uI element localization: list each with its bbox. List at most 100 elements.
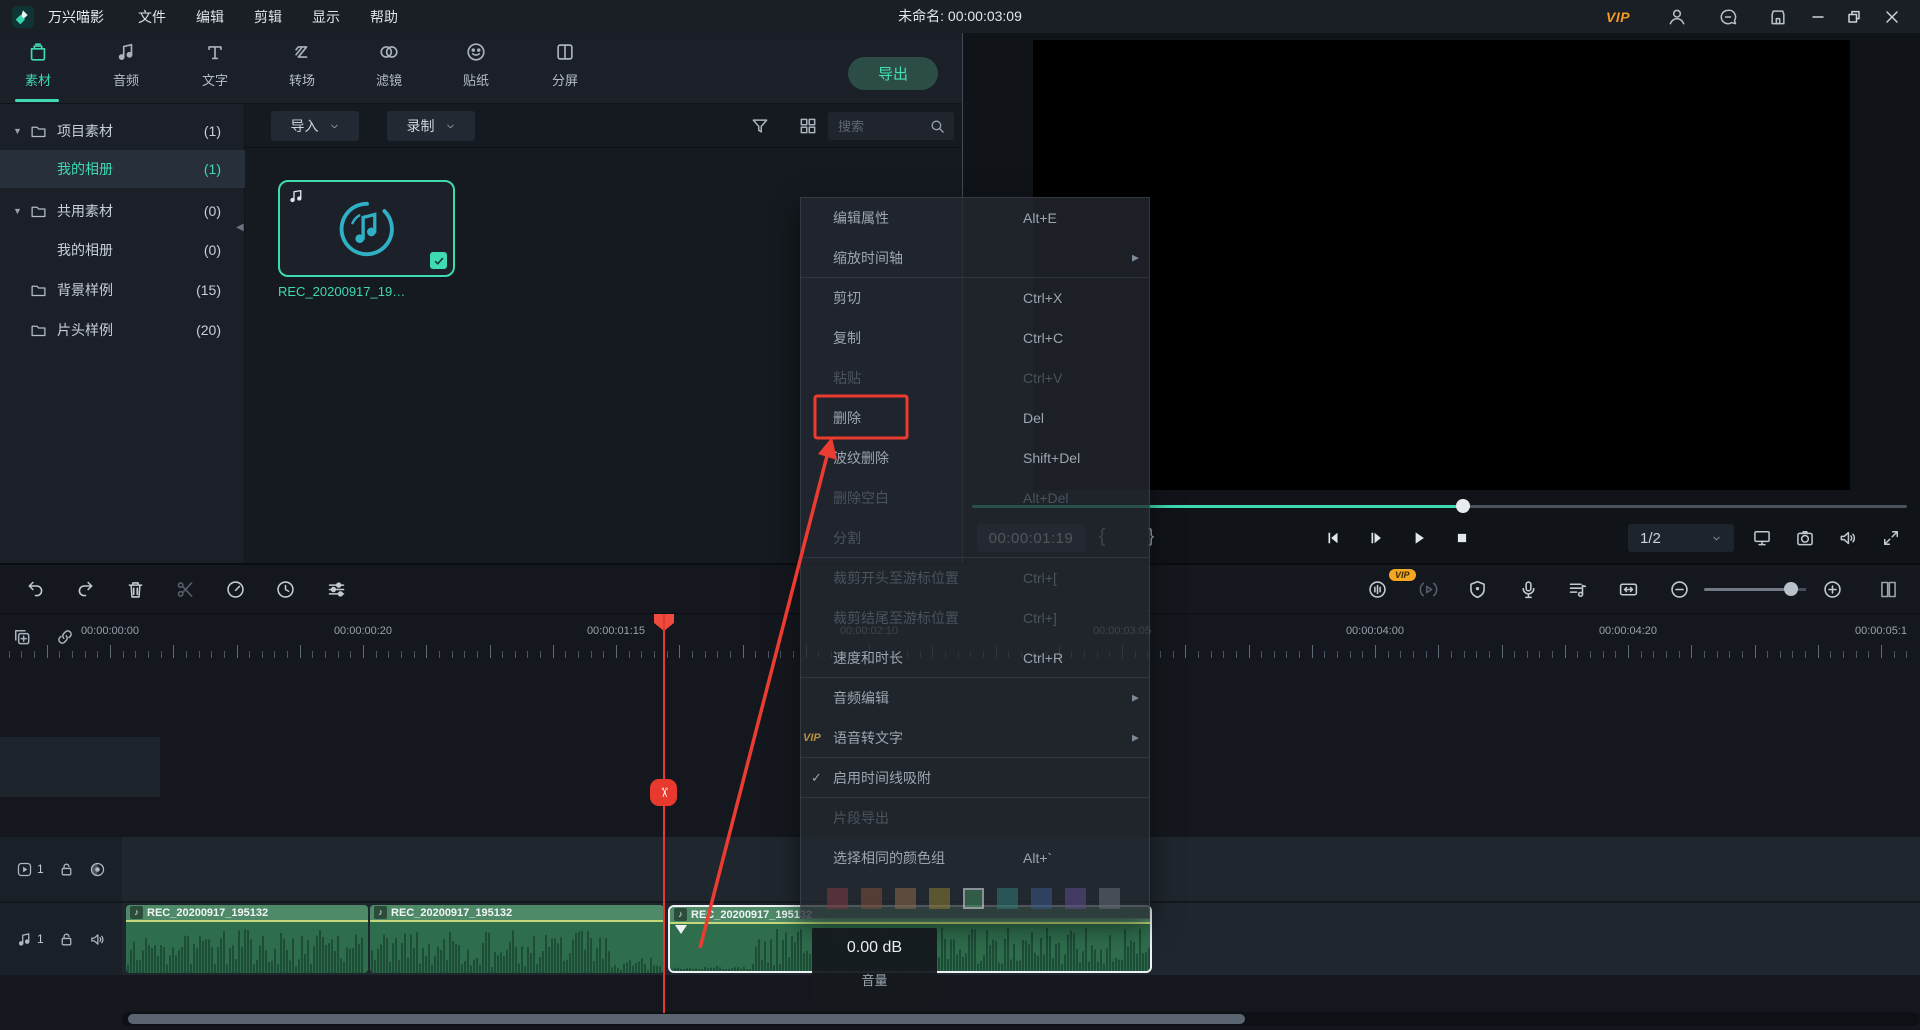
menu-clip[interactable]: 剪辑 [254, 7, 282, 27]
duration-icon[interactable] [275, 579, 296, 600]
color-swatch[interactable] [861, 888, 882, 909]
menu-item-复制[interactable]: 复制Ctrl+C [801, 318, 1149, 358]
undo-icon[interactable] [25, 579, 46, 600]
audio-clip[interactable]: ♪REC_20200917_195132 [126, 905, 368, 973]
menu-item-剪切[interactable]: 剪切Ctrl+X [801, 278, 1149, 318]
tab-splitscreen[interactable]: 分屏 [527, 41, 603, 89]
playhead-scissors-icon[interactable]: ✂ [650, 779, 677, 806]
display-device-icon[interactable] [1752, 528, 1772, 548]
menu-item-语音转文字[interactable]: VIP语音转文字▶ [801, 718, 1149, 758]
voiceover-icon[interactable] [1367, 579, 1388, 600]
sidebar-item-共用素材[interactable]: ▼共用素材(0) [0, 192, 245, 230]
split-scissors-icon[interactable] [175, 579, 196, 600]
grid-view-icon[interactable] [798, 116, 818, 136]
sidebar-item-我的相册[interactable]: 我的相册(1) [0, 150, 245, 188]
close-button[interactable] [1882, 0, 1902, 33]
account-button[interactable] [1667, 0, 1687, 33]
feedback-button[interactable] [1718, 0, 1738, 33]
menu-view[interactable]: 显示 [312, 7, 340, 27]
sidebar-item-背景样例[interactable]: 背景样例(15) [0, 271, 245, 309]
audio-mixer-icon[interactable] [1567, 579, 1588, 600]
previous-frame-button[interactable] [1324, 529, 1342, 547]
speaker-icon[interactable] [1838, 528, 1858, 548]
eye-icon[interactable] [89, 861, 106, 878]
menu-item-波纹删除[interactable]: 波纹删除Shift+Del [801, 438, 1149, 478]
caret-down-icon[interactable]: ▼ [13, 126, 22, 136]
restore-button[interactable] [1844, 0, 1864, 33]
sidebar-item-片头样例[interactable]: 片头样例(20) [0, 311, 245, 349]
menu-item-编辑属性[interactable]: 编辑属性Alt+E [801, 198, 1149, 238]
tab-transition[interactable]: 转场 [264, 41, 340, 89]
color-swatch[interactable] [827, 888, 848, 909]
menu-item-选择相同的颜色组[interactable]: 选择相同的颜色组Alt+` [801, 838, 1149, 878]
tab-audio[interactable]: 音频 [88, 41, 164, 89]
caret-down-icon[interactable]: ▼ [13, 206, 22, 216]
zoom-slider-handle[interactable] [1784, 582, 1798, 596]
search-input[interactable] [828, 119, 929, 134]
microphone-icon[interactable] [1518, 579, 1539, 600]
adjust-icon[interactable] [326, 579, 347, 600]
menu-item-缩放时间轴[interactable]: 缩放时间轴▶ [801, 238, 1149, 278]
playhead-line[interactable] [663, 614, 665, 1013]
speaker-icon[interactable] [89, 931, 106, 948]
menu-item-速度和时长[interactable]: 速度和时长Ctrl+R [801, 638, 1149, 678]
ruler-tick [452, 651, 453, 658]
tab-text[interactable]: 文字 [177, 41, 253, 89]
record-dropdown[interactable]: 录制 [387, 111, 475, 141]
menu-file[interactable]: 文件 [138, 7, 166, 27]
menu-item-shortcut: Ctrl+] [1023, 610, 1057, 626]
speed-icon[interactable] [225, 579, 246, 600]
color-swatch[interactable] [1065, 888, 1086, 909]
export-button[interactable]: 导出 [848, 57, 938, 90]
snapshot-icon[interactable] [1795, 528, 1815, 548]
color-swatch[interactable] [895, 888, 916, 909]
ruler-tick [1400, 651, 1401, 658]
sidebar-item-项目素材[interactable]: ▼项目素材(1) [0, 112, 245, 150]
color-swatch[interactable] [929, 888, 950, 909]
render-preview-icon[interactable] [1418, 579, 1439, 600]
tab-filter[interactable]: 滤镜 [351, 41, 427, 89]
shield-icon[interactable] [1467, 579, 1488, 600]
zoom-out-icon[interactable] [1669, 579, 1690, 600]
lock-icon[interactable] [58, 861, 75, 878]
color-swatch[interactable] [963, 888, 984, 909]
redo-icon[interactable] [75, 579, 96, 600]
lock-icon[interactable] [58, 931, 75, 948]
sidebar-item-我的相册[interactable]: 我的相册(0) [0, 231, 245, 269]
audio-track-number: 1 [37, 932, 44, 946]
progress-handle[interactable] [1456, 499, 1470, 513]
media-item-name[interactable]: REC_20200917_19… [278, 284, 468, 299]
menu-help[interactable]: 帮助 [370, 7, 398, 27]
ruler-tick [1451, 651, 1452, 658]
import-dropdown[interactable]: 导入 [271, 111, 359, 141]
menu-item-删除[interactable]: 删除Del [801, 398, 1149, 438]
play-button[interactable] [1410, 529, 1428, 547]
ruler-tick [1299, 651, 1300, 658]
sidebar-collapse-arrow-icon[interactable]: ◀ [236, 222, 244, 233]
color-swatch[interactable] [1099, 888, 1120, 909]
ruler-tick [211, 651, 212, 658]
tab-media[interactable]: 素材 [0, 41, 76, 89]
tab-sticker[interactable]: 贴纸 [438, 41, 514, 89]
delete-icon[interactable] [125, 579, 146, 600]
audio-clip[interactable]: ♪REC_20200917_195132 [370, 905, 664, 973]
fullscreen-icon[interactable] [1881, 528, 1901, 548]
search-box[interactable] [828, 112, 954, 140]
menu-item-启用时间线吸附[interactable]: ✓启用时间线吸附 [801, 758, 1149, 798]
next-frame-button[interactable] [1367, 529, 1385, 547]
minimize-button[interactable] [1808, 0, 1828, 33]
timeline-scrollbar[interactable] [128, 1014, 1245, 1024]
vip-button[interactable]: VIP [1606, 0, 1630, 33]
menu-item-音频编辑[interactable]: 音频编辑▶ [801, 678, 1149, 718]
store-button[interactable] [1768, 0, 1788, 33]
stop-button[interactable] [1453, 529, 1471, 547]
media-item-card[interactable] [278, 180, 455, 277]
zoom-in-icon[interactable] [1822, 579, 1843, 600]
fit-timeline-icon[interactable] [1618, 579, 1639, 600]
panel-layout-icon[interactable] [1878, 579, 1899, 600]
color-swatch[interactable] [1031, 888, 1052, 909]
filter-icon[interactable] [750, 116, 770, 136]
menu-edit[interactable]: 编辑 [196, 7, 224, 27]
preview-quality-dropdown[interactable]: 1/2 [1628, 524, 1734, 552]
color-swatch[interactable] [997, 888, 1018, 909]
